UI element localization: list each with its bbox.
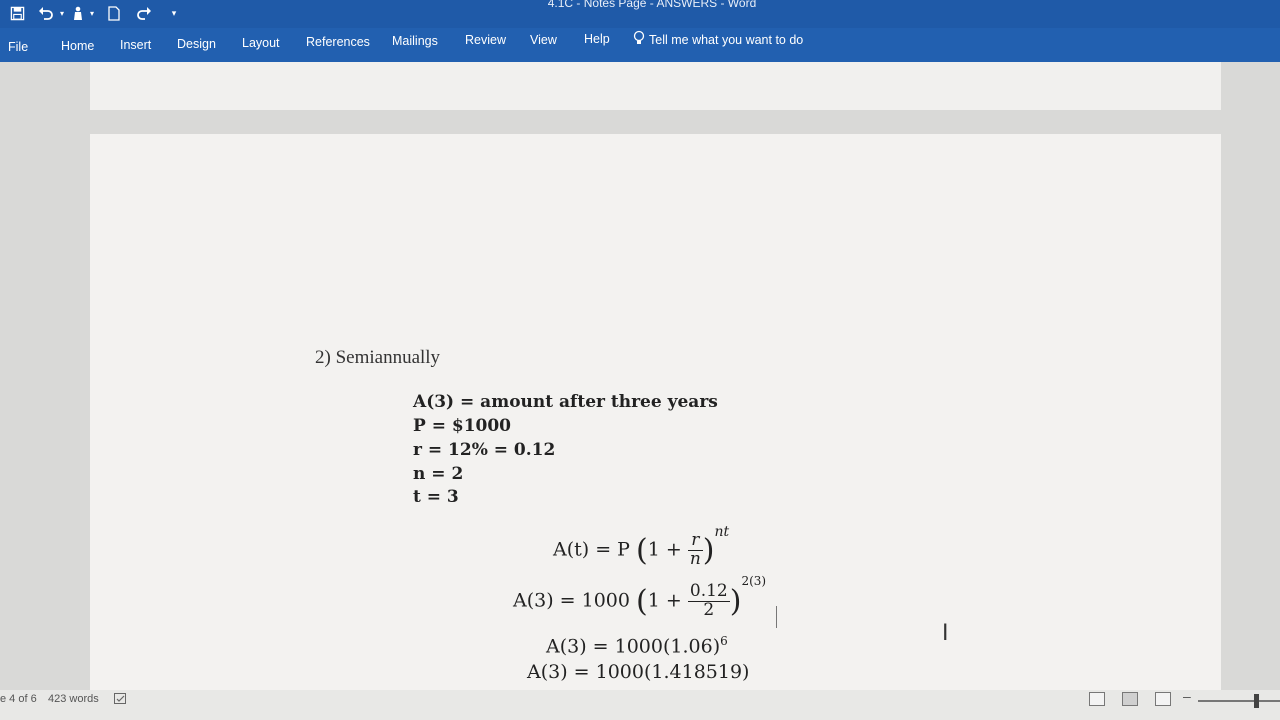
step2-exponent: 6 xyxy=(720,634,728,648)
document-workspace[interactable]: 2) Semiannually A(3) = amount after thre… xyxy=(0,62,1280,694)
given-n: n = 2 xyxy=(413,464,464,484)
formula-one-plus: 1 + xyxy=(647,538,682,561)
given-p: P = $1000 xyxy=(413,416,512,436)
step3-text: A(3) = 1000(1.418519) xyxy=(527,661,750,683)
tab-home[interactable]: Home xyxy=(61,39,94,53)
print-layout-icon[interactable] xyxy=(1122,692,1138,706)
tab-layout[interactable]: Layout xyxy=(242,36,280,50)
window-title: 4.1C - Notes Page - ANSWERS - Word xyxy=(547,0,757,10)
status-bar: e 4 of 6 423 words – xyxy=(0,688,1280,720)
previous-page[interactable] xyxy=(90,62,1221,110)
tell-me-search[interactable]: Tell me what you want to do xyxy=(633,30,803,49)
i-beam-cursor-icon: I xyxy=(942,621,949,646)
zoom-slider-thumb[interactable] xyxy=(1254,694,1259,708)
tab-view[interactable]: View xyxy=(530,33,557,47)
given-t: t = 3 xyxy=(413,487,459,507)
tab-insert[interactable]: Insert xyxy=(120,38,151,52)
document-page[interactable]: 2) Semiannually A(3) = amount after thre… xyxy=(90,134,1221,694)
compound-formula: A(t) = P (1 + r n)nt xyxy=(553,524,730,569)
formula-exponent: nt xyxy=(714,524,730,541)
tab-file[interactable]: File xyxy=(8,40,28,54)
tab-help[interactable]: Help xyxy=(584,32,610,46)
word-count[interactable]: 423 words xyxy=(48,693,99,705)
given-r: r = 12% = 0.12 xyxy=(413,440,556,460)
given-a3: A(3) = amount after three years xyxy=(413,392,718,412)
text-caret xyxy=(776,606,777,628)
substitution-step: A(3) = 1000 (1 + 0.12 2)2(3) xyxy=(513,574,767,620)
item-heading: 2) Semiannually xyxy=(315,347,441,368)
tab-design[interactable]: Design xyxy=(177,37,216,51)
tab-mailings[interactable]: Mailings xyxy=(392,34,438,48)
step1-one-plus: 1 + xyxy=(647,589,682,612)
page-count[interactable]: e 4 of 6 xyxy=(0,693,37,705)
tab-review[interactable]: Review xyxy=(465,33,506,47)
evaluated-step: A(3) = 1000(1.418519) xyxy=(527,661,749,683)
web-layout-icon[interactable] xyxy=(1155,692,1171,706)
step1-exponent: 2(3) xyxy=(741,574,767,589)
read-mode-icon[interactable] xyxy=(1089,692,1105,706)
formula-lhs: A(t) = P xyxy=(553,538,630,561)
formula-frac-den: n xyxy=(689,548,701,569)
step1-frac-den: 2 xyxy=(703,599,715,620)
ribbon-tabs: File Home Insert Design Layout Reference… xyxy=(0,28,1280,62)
proofing-icon[interactable] xyxy=(114,693,128,708)
zoom-slider[interactable] xyxy=(1198,700,1280,702)
tab-references[interactable]: References xyxy=(306,35,370,49)
step2-text: A(3) = 1000(1.06) xyxy=(546,635,721,658)
title-bar: ▾ ▾ ▾ 4.1C - Notes Page - ANSWERS - Word xyxy=(0,0,1280,30)
tell-me-label: Tell me what you want to do xyxy=(649,32,804,47)
lightbulb-icon xyxy=(633,30,645,49)
zoom-out-button[interactable]: – xyxy=(1183,688,1191,704)
simplified-step: A(3) = 1000(1.06)6 xyxy=(546,634,728,657)
step1-lhs: A(3) = 1000 xyxy=(513,589,630,612)
